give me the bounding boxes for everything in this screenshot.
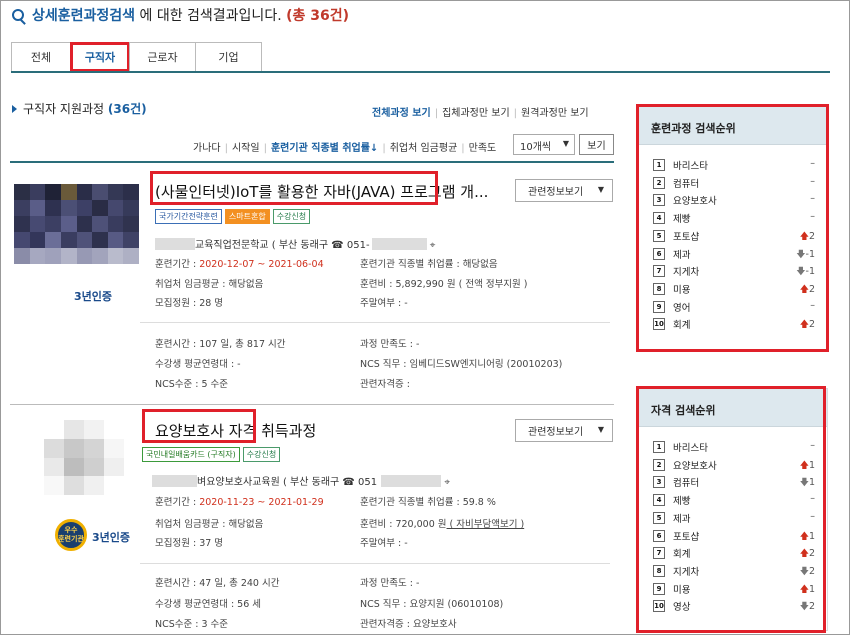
tag-apply[interactable]: 수강신청 [242,447,281,462]
excellent-institution-seal: 우수 훈련기관 [55,519,87,551]
sort-satisfaction-link[interactable]: 만족도 [469,143,497,154]
highlight-box [142,409,256,443]
course-tags: 국민내일배움카드 (구직자) 수강신청 [142,447,281,462]
detail-divider [140,563,610,564]
course-tags: 국가기간전략훈련 스마트혼합 수강신청 [155,209,311,224]
sort-employment-link[interactable]: 훈련기관 직종별 취업률↓ [271,143,378,154]
period-value: 2020-11-23 ~ 2021-01-29 [199,497,324,508]
view-remote-link[interactable]: 원격과정만 보기 [521,108,589,119]
self-pay-link[interactable]: ( 자비부담액보기 ) [447,519,525,530]
view-all-link[interactable]: 전체과정 보기 [372,108,431,119]
training-fee: 훈련비 : 5,892,990 원 ( 전액 정부지원 ) [360,279,528,290]
cert-badge: 3년인증 [74,290,113,303]
institution-name[interactable]: 교육직업전문학교 ( 부산 동래구 ☎ 051- [195,240,370,251]
training-hours: 훈련시간 : 107 일, 총 817 시간 [155,339,286,350]
detail-divider [140,322,610,323]
tab-divider [11,71,830,73]
list-top-rule [10,161,614,163]
bullet-icon [12,105,17,113]
satisfaction: 과정 만족도 : - [360,578,420,589]
highlight-box [636,386,826,633]
related-info-button[interactable]: 관련정보보기 [515,419,613,442]
tag-naeil-card: 국민내일배움카드 (구직자) [142,447,240,462]
average-age: 수강생 평균연령대 : - [155,359,241,370]
header-text: 에 대한 검색결과입니다. [135,8,287,24]
institution-info: 벼요양보호사교육원 ( 부산 동래구 ☎ 051 ⌖ [152,473,450,488]
view-group-link[interactable]: 집체과정만 보기 [442,108,510,119]
training-period: 훈련기간 : 2020-11-23 ~ 2021-01-29 [155,497,324,508]
view-button[interactable]: 보기 [579,134,614,155]
wage-average: 취업처 임금평균 : 해당없음 [155,279,264,290]
search-keyword: 상세훈련과정검색 [32,8,136,24]
map-link-icon[interactable]: ⌖ [444,477,450,488]
tag-national-strategy: 국가기간전략훈련 [155,209,222,224]
redacted-mask [381,475,442,487]
employment-rate: 훈련기관 직종별 취업률 : 해당없음 [360,259,498,270]
tag-apply[interactable]: 수강신청 [272,209,311,224]
training-hours: 훈련시간 : 47 일, 총 240 시간 [155,578,280,589]
course-thumbnail-blurred [14,184,139,264]
redacted-mask [371,238,427,250]
wage-average: 취업처 임금평균 : 해당없음 [155,519,264,530]
employment-rate: 훈련기관 직종별 취업률 : 59.8 % [360,497,496,508]
capacity: 모집정원 : 28 명 [155,298,224,309]
section-count: (36건) [107,102,147,116]
course-thumbnail-blurred [44,420,124,495]
ncs-job: NCS 직무 : 임베디드SW엔지니어링 (20010203) [360,359,563,370]
period-value: 2020-12-07 ~ 2021-06-04 [199,259,324,270]
highlight-box [636,104,829,352]
license: 관련자격증 : 요양보호사 [360,619,457,630]
cert-badge: 3년인증 [92,531,131,544]
sort-links: 가나다 | 시작일 | 훈련기관 직종별 취업률↓ | 취업처 임금평균 | 만족도 [193,143,497,154]
search-result-header: 상세훈련과정검색 에 대한 검색결과입니다. (총 36건) [12,5,349,25]
audience-tabs: 전체 구직자 근로자 기업 [11,42,262,72]
weekend: 주말여부 : - [360,538,408,549]
ncs-level: NCS수준 : 5 수준 [155,379,229,390]
ncs-job: NCS 직무 : 요양지원 (06010108) [360,599,504,610]
redacted-mask [152,475,197,487]
tag-smart-hybrid: 스마트혼합 [224,209,270,224]
section-title: 구직자 지원과정 (36건) [12,100,147,117]
redacted-mask [155,238,195,250]
related-info-button[interactable]: 관련정보보기 [515,179,613,202]
sort-start-link[interactable]: 시작일 [232,143,260,154]
institution-name[interactable]: 벼요양보호사교육원 ( 부산 동래구 ☎ 051 [197,477,377,488]
tab-worker[interactable]: 근로자 [129,42,196,71]
map-link-icon[interactable]: ⌖ [430,240,436,251]
sort-wage-link[interactable]: 취업처 임금평균 [390,143,458,154]
license: 관련자격증 : [360,379,410,390]
result-count: (총 36건) [286,8,350,24]
highlight-box [150,171,438,205]
capacity: 모집정원 : 37 명 [155,538,224,549]
tab-company[interactable]: 기업 [195,42,262,71]
average-age: 수강생 평균연령대 : 56 세 [155,599,262,610]
page-size-select[interactable]: 10개씩 [513,134,575,155]
training-fee: 훈련비 : 720,000 원 ( 자비부담액보기 ) [360,519,525,530]
search-icon [12,9,24,21]
institution-info: 교육직업전문학교 ( 부산 동래구 ☎ 051- ⌖ [155,236,435,251]
training-period: 훈련기간 : 2020-12-07 ~ 2021-06-04 [155,259,324,270]
sort-alpha-link[interactable]: 가나다 [193,143,221,154]
tab-job-seeker[interactable]: 구직자 [70,42,130,72]
satisfaction: 과정 만족도 : - [360,339,420,350]
tab-all[interactable]: 전체 [11,42,71,71]
ncs-level: NCS수준 : 3 수준 [155,619,229,630]
view-filter-links: 전체과정 보기 | 집체과정만 보기 | 원격과정만 보기 [372,108,589,119]
weekend: 주말여부 : - [360,298,408,309]
result-divider [10,404,614,405]
